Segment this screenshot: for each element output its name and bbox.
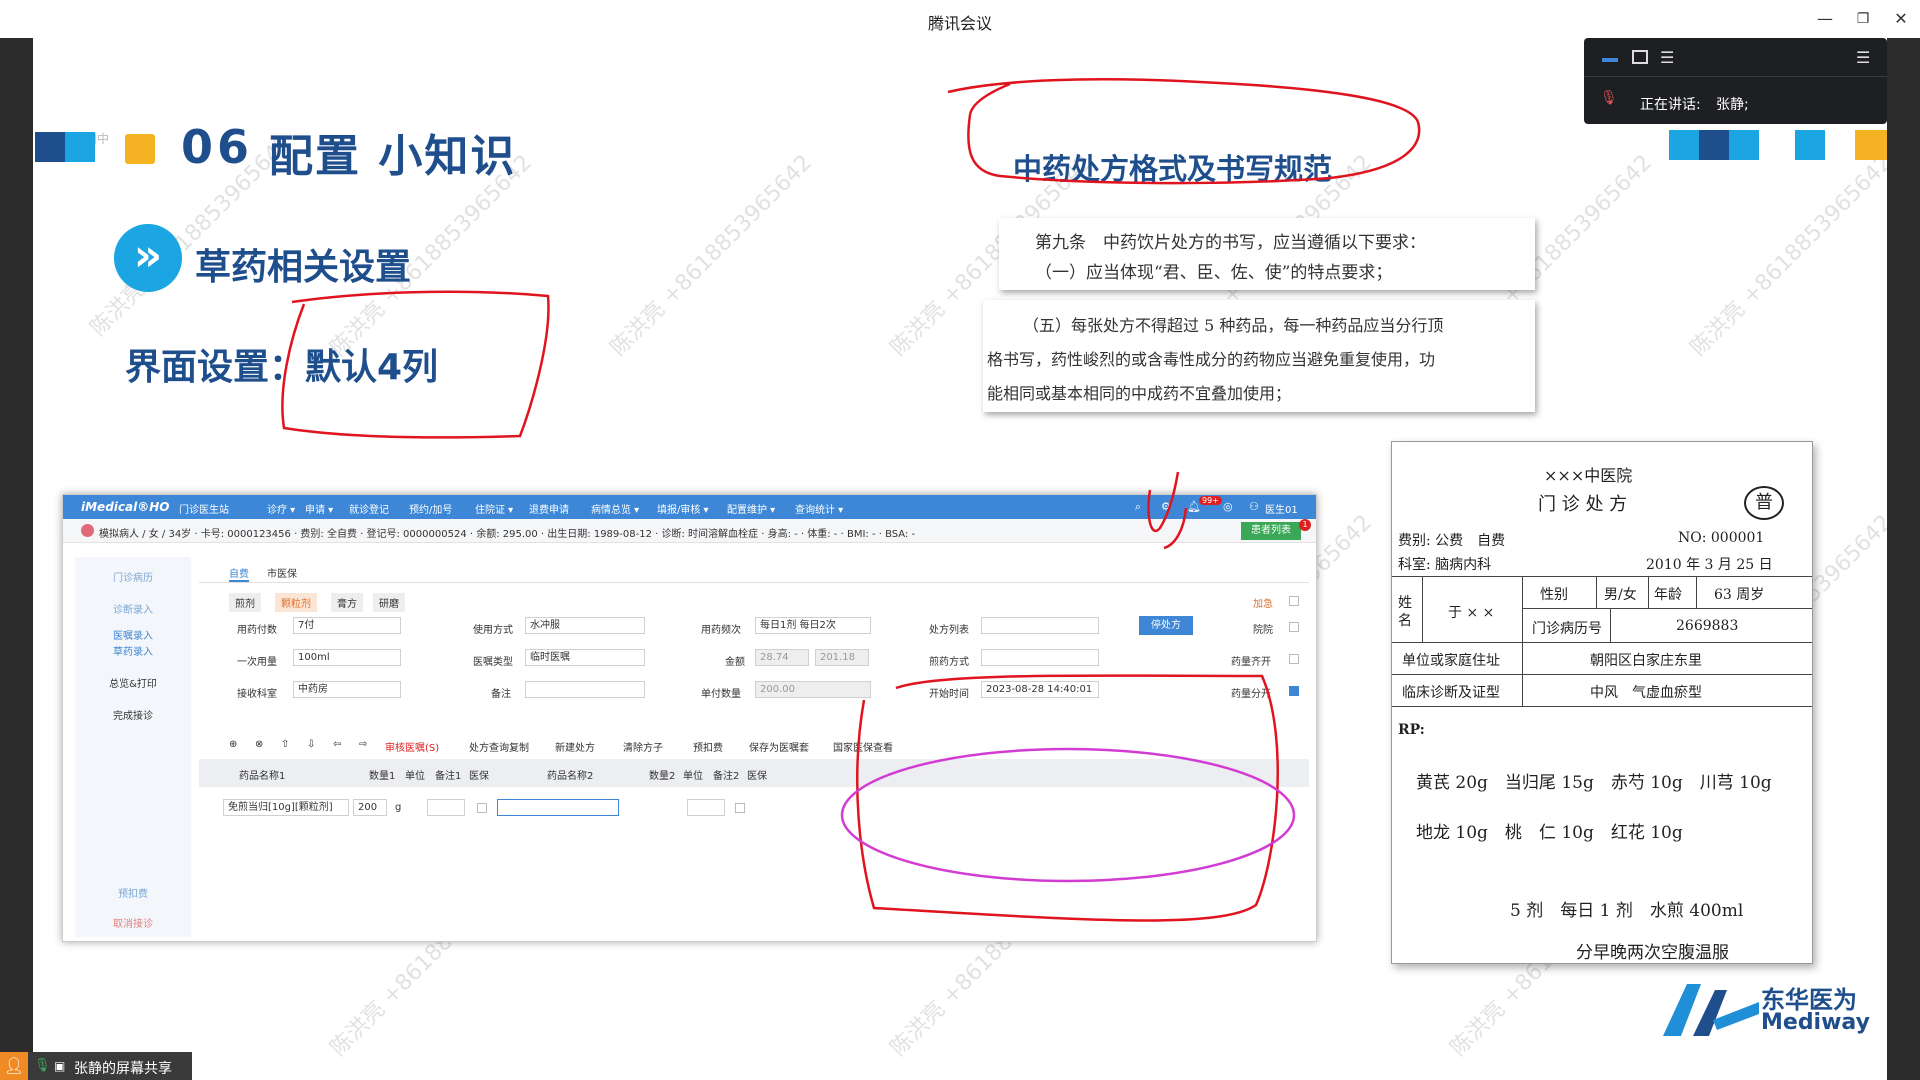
screen-share-label: 张静的屏幕共享: [74, 1061, 172, 1077]
red-box-annotation: [281, 290, 550, 439]
mic-muted-icon: 🎙︎: [1600, 90, 1618, 106]
mic-icon: 🎙︎: [34, 1058, 51, 1073]
pen-annotations: [281, 77, 1421, 922]
person-icon: 👤︎: [0, 1052, 28, 1080]
screen-share-bar[interactable]: 👤︎ 🎙︎ ▣ 张静的屏幕共享: [0, 1052, 192, 1080]
red-mark-annotation: [1147, 471, 1188, 550]
speaker-popup: ☰ ☰ 🎙︎ 正在讲话: 张静;: [1584, 38, 1887, 124]
magenta-ellipse-annotation: [840, 747, 1296, 883]
speaking-label: 正在讲话:: [1640, 97, 1701, 113]
window-icon[interactable]: [1632, 50, 1648, 64]
list-icon[interactable]: ☰: [1660, 48, 1674, 67]
menu-icon[interactable]: ☰: [1856, 48, 1870, 67]
minimize-popup-icon[interactable]: [1602, 58, 1618, 62]
divider: [1584, 76, 1887, 77]
speaker-name: 张静;: [1716, 97, 1749, 113]
red-region-annotation: [856, 674, 1279, 922]
red-circle-annotation: [947, 77, 1421, 185]
screen-icon: ▣: [54, 1059, 66, 1073]
